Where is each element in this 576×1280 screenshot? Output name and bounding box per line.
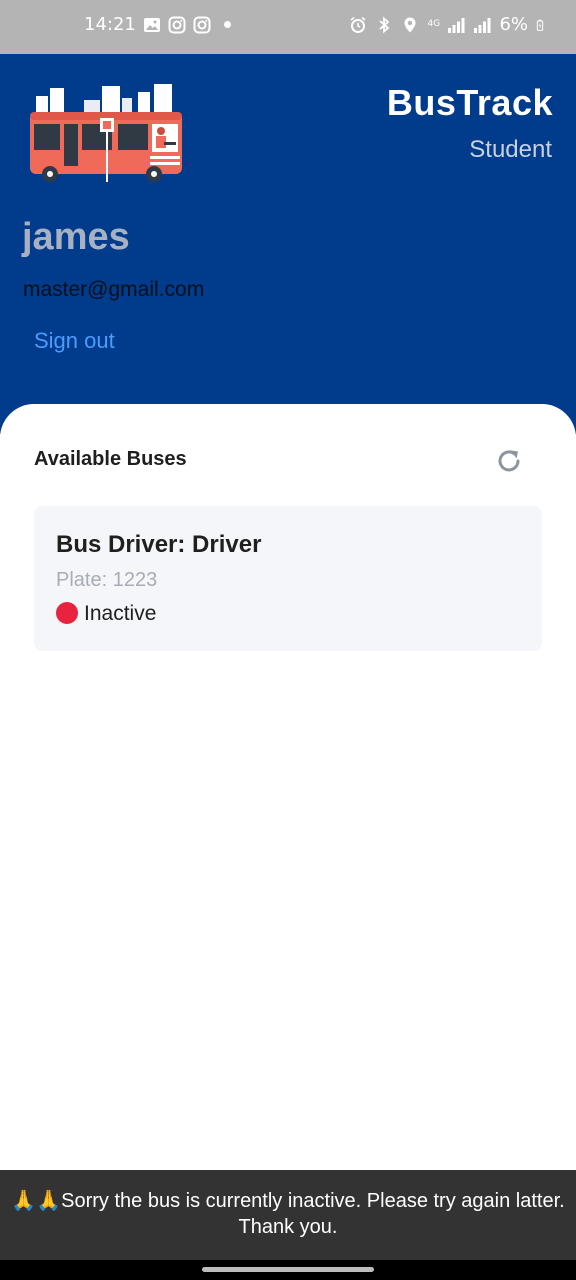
battery-charging-icon [536, 19, 544, 31]
home-indicator[interactable] [202, 1267, 374, 1272]
profile-header: BusTrack Student james master@gmail.com … [0, 54, 576, 434]
status-right: 4G 6% [349, 14, 548, 35]
user-name: james [22, 216, 130, 258]
refresh-icon[interactable] [494, 446, 524, 476]
status-time: 14:21 [84, 14, 136, 35]
alarm-icon [350, 16, 366, 33]
bus-illustration [30, 84, 182, 182]
section-title: Available Buses [34, 448, 187, 470]
user-role: Student [469, 136, 552, 163]
instagram-notification-icon [168, 16, 186, 33]
bus-plate: Plate: 1223 [56, 569, 158, 591]
sign-out-button[interactable]: Sign out [34, 328, 115, 354]
location-icon [404, 17, 416, 32]
battery-percent: 6% [499, 14, 528, 35]
bluetooth-icon [379, 16, 390, 33]
status-left: 14:21 [84, 14, 231, 35]
network-type: 4G [427, 19, 441, 29]
status-indicator-icon [56, 602, 78, 624]
user-email: master@gmail.com [23, 278, 205, 301]
signal-icon [448, 17, 465, 33]
buses-panel: Available Buses Bus Driver: Driver Plate… [0, 404, 576, 1170]
navigation-bar [0, 1260, 576, 1280]
bus-driver-name: Bus Driver: Driver [56, 531, 262, 558]
app-title: BusTrack [386, 82, 553, 123]
instagram-notification-icon [193, 16, 211, 33]
more-notifications-icon [223, 21, 231, 28]
status-bar: 14:21 4G 6% [0, 0, 576, 54]
bus-list-item[interactable]: Bus Driver: Driver Plate: 1223 Inactive [34, 506, 542, 651]
gallery-notification-icon [143, 17, 160, 32]
bus-status: Inactive [84, 602, 157, 625]
signal-icon [474, 17, 491, 33]
toast-message: 🙏🙏Sorry the bus is currently inactive. P… [0, 1170, 576, 1260]
